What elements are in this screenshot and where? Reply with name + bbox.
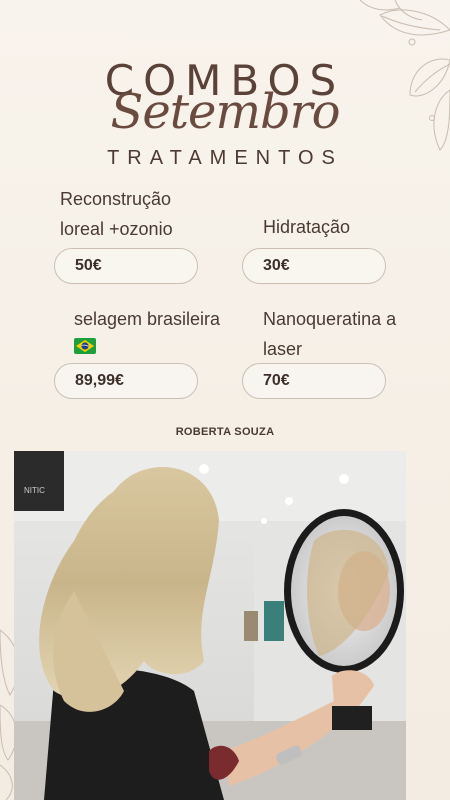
salon-photo: NITIC bbox=[14, 451, 406, 800]
month-script-title: Setembro bbox=[110, 84, 340, 140]
page-subtitle: TRATAMENTOS bbox=[107, 147, 343, 169]
item-label: loreal +ozonio bbox=[60, 219, 173, 239]
item-label: selagem brasileira bbox=[74, 309, 221, 329]
item-label: Reconstrução bbox=[60, 189, 172, 209]
promo-page: COMBOS Setembro TRATAMENTOS Reconstrução… bbox=[0, 0, 450, 800]
item-label: Hidratação bbox=[263, 217, 351, 237]
price-badge: 70€ bbox=[242, 363, 386, 399]
author-name: ROBERTA SOUZA bbox=[175, 426, 275, 438]
price-badge: 50€ bbox=[54, 248, 198, 284]
price-badge: 89,99€ bbox=[54, 363, 198, 399]
item-label: laser bbox=[263, 339, 303, 359]
salon-photo-illustration: NITIC bbox=[14, 451, 406, 800]
price-badge: 30€ bbox=[242, 248, 386, 284]
brazil-flag-icon bbox=[74, 338, 96, 354]
sign-text: NITIC bbox=[24, 486, 45, 495]
item-label: Nanoqueratina a bbox=[263, 309, 397, 329]
